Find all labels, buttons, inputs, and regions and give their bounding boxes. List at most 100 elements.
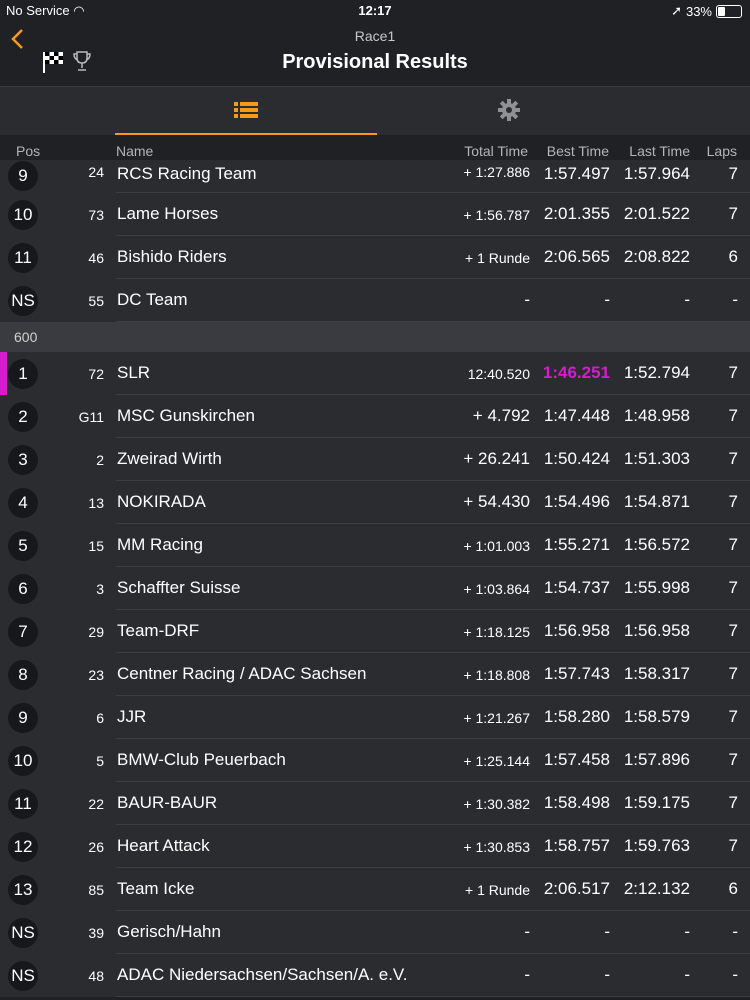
total-time: + 1:30.853 [463,839,530,855]
position-badge: 4 [8,488,38,518]
team-name: DC Team [117,290,188,309]
best-time: 1:50.424 [543,449,610,468]
best-time: 1:58.280 [543,707,610,726]
best-time: 1:58.757 [543,836,610,855]
start-number: 3 [96,581,104,597]
total-time: + 1:01.003 [463,538,530,554]
start-number: 39 [88,925,104,941]
start-number: 2 [96,452,104,468]
team-name: Zweirad Wirth [117,449,222,468]
tab-results-list[interactable] [115,87,377,135]
total-time: + 54.430 [463,492,530,511]
position-badge: NS [8,918,38,948]
laps-count: - [732,290,738,309]
position-badge: 3 [8,445,38,475]
team-name: Centner Racing / ADAC Sachsen [117,664,367,683]
result-row[interactable]: 9 6 JJR + 1:21.267 1:58.280 1:58.579 7 [0,696,750,739]
total-time: + 1:18.125 [463,624,530,640]
start-number: 6 [96,710,104,726]
total-time: 12:40.520 [467,366,530,382]
result-row[interactable]: 10 73 Lame Horses + 1:56.787 2:01.355 2:01.52… [0,193,750,236]
team-name: Bishido Riders [117,247,227,266]
laps-count: 6 [728,879,738,898]
col-last-time: Last Time [629,143,690,159]
laps-count: 6 [728,247,738,266]
position-badge: 13 [8,875,38,905]
page-title: Provisional Results [282,51,468,73]
position-badge: 11 [8,789,38,819]
laps-count: 7 [728,535,738,554]
result-row[interactable]: 12 26 Heart Attack + 1:30.853 1:58.757 1:59.7… [0,825,750,868]
last-time: 1:54.871 [623,492,690,511]
result-row[interactable]: 1 72 SLR 12:40.520 1:46.251 1:52.794 7 [0,352,750,395]
position-badge: 7 [8,617,38,647]
start-number: 13 [88,495,104,511]
team-name: Lame Horses [117,204,219,223]
start-number: 26 [88,839,104,855]
result-row[interactable]: NS 48 ADAC Niedersachsen/Sachsen/A. e.V. - -… [0,954,750,997]
start-number: 22 [88,796,104,812]
position-badge: 1 [8,359,38,389]
total-time: - [524,922,530,941]
team-name: ADAC Niedersachsen/Sachsen/A. e.V. [117,965,408,984]
start-number: 72 [88,366,104,382]
laps-count: 7 [728,621,738,640]
total-time: + 1:03.864 [463,581,530,597]
tab-settings[interactable] [378,87,640,135]
last-time: 1:56.958 [623,621,690,640]
result-row[interactable]: NS 55 DC Team - - - - [0,279,750,322]
result-row[interactable]: 13 85 Team Icke + 1 Runde 2:06.517 2:12.132 6 [0,868,750,911]
result-row[interactable]: 5 15 MM Racing + 1:01.003 1:55.271 1:56.572 7 [0,524,750,567]
result-row[interactable]: 6 3 Schaffter Suisse + 1:03.864 1:54.737 1:55… [0,567,750,610]
result-row[interactable]: 7 29 Team-DRF + 1:18.125 1:56.958 1:56.958 7 [0,610,750,653]
col-best-time: Best Time [546,143,609,159]
results-list: 9 24 RCS Racing Team + 1:27.886 1:57.497 1:57… [0,160,750,1000]
team-name: MSC Gunskirchen [117,406,255,425]
position-badge: 6 [8,574,38,604]
last-time: 1:51.303 [623,449,690,468]
best-time: 1:47.448 [543,406,610,425]
total-time: + 26.241 [463,449,530,468]
result-row[interactable]: 4 13 NOKIRADA + 54.430 1:54.496 1:54.871 7 [0,481,750,524]
class-section-header: 600 [0,322,750,352]
result-row[interactable]: NS 39 Gerisch/Hahn - - - - [0,911,750,954]
laps-count: - [732,922,738,941]
laps-count: 7 [728,707,738,726]
last-time: 1:55.998 [623,578,690,597]
total-time: + 1:18.808 [463,667,530,683]
best-time: 1:57.497 [543,164,610,183]
col-laps: Laps [706,143,737,159]
result-row[interactable]: 10 5 BMW-Club Peuerbach + 1:25.144 1:57.458 1… [0,739,750,782]
result-row[interactable]: 8 23 Centner Racing / ADAC Sachsen + 1:18.8… [0,653,750,696]
start-number: 23 [88,667,104,683]
clock: 12:17 [358,3,392,18]
best-time: 1:54.737 [543,578,610,597]
position-badge: 8 [8,660,38,690]
laps-count: - [732,965,738,984]
position-badge: 5 [8,531,38,561]
last-time: 1:57.964 [623,164,690,183]
result-row[interactable]: 9 24 RCS Racing Team + 1:27.886 1:57.497 1:57… [0,160,750,193]
position-badge: 10 [8,200,38,230]
last-time: - [684,290,690,309]
position-badge: 9 [8,703,38,733]
total-time: + 1 Runde [465,250,530,266]
result-row[interactable]: 2 G11 MSC Gunskirchen + 4.792 1:47.448 1:48.9… [0,395,750,438]
col-total-time: Total Time [464,143,528,159]
team-name: RCS Racing Team [117,164,257,183]
team-name: Heart Attack [117,836,210,855]
laps-count: 7 [728,578,738,597]
position-badge: 12 [8,832,38,862]
status-right: ➚ 33% [671,3,742,19]
last-time: 1:56.572 [623,535,690,554]
position-badge: 10 [8,746,38,776]
team-name: Gerisch/Hahn [117,922,221,941]
gear-icon [498,99,520,121]
laps-count: 7 [728,204,738,223]
result-row[interactable]: 11 22 BAUR-BAUR + 1:30.382 1:58.498 1:59.175 7 [0,782,750,825]
best-time: 1:58.498 [543,793,610,812]
laps-count: 7 [728,363,738,382]
result-row[interactable]: 3 2 Zweirad Wirth + 26.241 1:50.424 1:51.303 7 [0,438,750,481]
start-number: 85 [88,882,104,898]
result-row[interactable]: 11 46 Bishido Riders + 1 Runde 2:06.565 2:08.… [0,236,750,279]
